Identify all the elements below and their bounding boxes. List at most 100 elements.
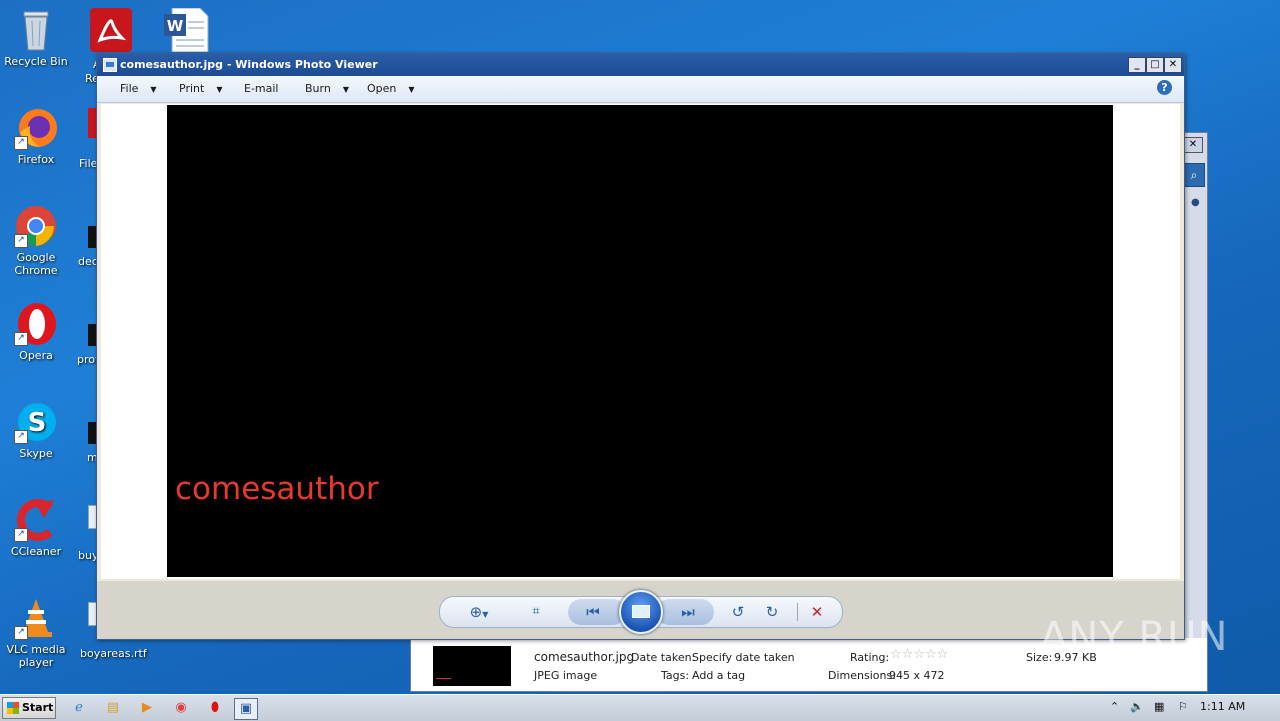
delete-icon[interactable]: ✕ <box>806 603 828 621</box>
menu-burn[interactable]: Burn ▼ <box>305 82 349 95</box>
desktop-icon-label: VLC media player <box>6 643 66 669</box>
star-icon[interactable]: ☆ <box>890 647 902 662</box>
svg-text:S: S <box>28 408 47 438</box>
close-icon[interactable]: ✕ <box>1183 137 1203 153</box>
controls-pill: ⊕▼ ⌗ ⏮ ⏭ ↺ ↻ ✕ <box>439 590 843 634</box>
command-bar: File ▼ Print ▼ E-mail Burn ▼ Open ▼ ? <box>97 76 1184 103</box>
slideshow-button[interactable] <box>619 590 663 634</box>
divider <box>797 603 798 621</box>
rotate-clockwise-icon[interactable]: ↻ <box>761 603 783 621</box>
minimize-button[interactable]: _ <box>1128 57 1146 73</box>
desktop-icon-label: Google Chrome <box>14 251 58 277</box>
desktop-icon-google-chrome[interactable]: ↗ Google Chrome <box>0 204 72 277</box>
file-explorer-icon[interactable]: ▤ <box>102 698 124 718</box>
acrobat-icon[interactable] <box>88 8 134 52</box>
photo-viewer-window[interactable]: comesauthor.jpg - Windows Photo Viewer _… <box>96 53 1185 640</box>
opera-icon: ↗ <box>14 302 58 346</box>
shortcut-arrow-icon: ↗ <box>14 136 28 150</box>
shortcut-arrow-icon: ↗ <box>14 430 28 444</box>
clock[interactable]: 1:11 AM <box>1200 700 1245 713</box>
desktop-icon-ccleaner[interactable]: ↗ CCleaner <box>0 498 72 558</box>
word-doc-icon[interactable]: W <box>164 7 210 53</box>
maximize-button[interactable]: □ <box>1146 57 1164 73</box>
rotate-counterclockwise-icon[interactable]: ↺ <box>727 603 749 621</box>
displayed-image: comesauthor <box>167 105 1113 577</box>
shortcut-arrow-icon: ↗ <box>14 332 28 346</box>
menu-email[interactable]: E-mail <box>244 82 279 95</box>
ccleaner-icon: ↗ <box>14 498 58 542</box>
star-icon[interactable]: ☆ <box>902 647 914 662</box>
menu-file-label: File <box>120 82 139 95</box>
shortcut-arrow-icon: ↗ <box>14 234 28 248</box>
star-icon[interactable]: ☆ <box>913 647 925 662</box>
detail-filetype: JPEG image <box>534 669 598 682</box>
star-icon[interactable]: ☆ <box>925 647 937 662</box>
search-icon[interactable]: ⌕ <box>1183 163 1205 187</box>
desktop-file-label-boyareas[interactable]: boyareas.rtf <box>80 647 147 660</box>
skype-icon: S ↗ <box>14 400 58 444</box>
desktop-icon-label: Opera <box>19 349 53 362</box>
actual-size-icon[interactable]: ⌗ <box>525 603 547 621</box>
watermark: ANY RUN <box>1040 614 1229 660</box>
detail-filename: comesauthor.jpg <box>534 650 635 664</box>
help-icon[interactable]: ? <box>1157 80 1172 95</box>
menu-file[interactable]: File ▼ <box>120 82 157 95</box>
desktop-icon-skype[interactable]: S ↗ Skype <box>0 400 72 460</box>
action-center-flag-icon[interactable]: ⚐ <box>1178 700 1188 713</box>
desktop-icon-opera[interactable]: ↗ Opera <box>0 302 72 362</box>
dropdown-arrow-icon: ▼ <box>150 85 157 94</box>
image-canvas: comesauthor <box>101 104 1180 579</box>
photo-viewer-taskbar-icon[interactable]: ▣ <box>234 698 258 720</box>
playback-controls: ⊕▼ ⌗ ⏮ ⏭ ↺ ↻ ✕ <box>97 581 1184 639</box>
desktop-icon-label: Recycle Bin <box>4 55 68 68</box>
window-title: comesauthor.jpg - Windows Photo Viewer <box>120 58 378 71</box>
image-text: comesauthor <box>175 471 379 507</box>
photo-viewer-app-icon <box>103 58 117 72</box>
menu-open[interactable]: Open ▼ <box>367 82 415 95</box>
recycle-bin-icon <box>14 8 58 52</box>
dropdown-arrow-icon: ▼ <box>408 85 415 94</box>
detail-date-taken-label: Date taken: <box>631 651 696 664</box>
menu-print[interactable]: Print ▼ <box>179 82 222 95</box>
internet-explorer-icon[interactable]: ℯ <box>68 698 90 718</box>
next-icon[interactable]: ⏭ <box>677 603 699 621</box>
dropdown-arrow-icon: ▼ <box>342 85 349 94</box>
menu-print-label: Print <box>179 82 205 95</box>
previous-icon[interactable]: ⏮ <box>582 603 604 621</box>
start-button[interactable]: Start <box>2 697 56 719</box>
network-icon[interactable]: ▦ <box>1154 700 1164 713</box>
menu-burn-label: Burn <box>305 82 331 95</box>
detail-tags-value[interactable]: Add a tag <box>692 669 745 682</box>
desktop-icon-vlc[interactable]: ↗ VLC media player <box>0 596 72 669</box>
chrome-taskbar-icon[interactable]: ◉ <box>170 698 192 718</box>
opera-taskbar-icon[interactable]: ⬮ <box>204 698 226 718</box>
volume-icon[interactable]: 🔈 <box>1130 700 1144 713</box>
taskbar: Start ℯ ▤ ▶ ◉ ⬮ ▣ ⌃ 🔈 ▦ ⚐ 1:11 AM <box>0 694 1280 721</box>
zoom-icon[interactable]: ⊕▼ <box>468 603 490 621</box>
rating-stars[interactable]: ☆☆☆☆☆ <box>890 647 948 662</box>
shortcut-arrow-icon: ↗ <box>14 528 28 542</box>
file-thumbnail <box>433 646 511 686</box>
media-player-icon[interactable]: ▶ <box>136 698 158 718</box>
start-label: Start <box>22 701 54 714</box>
desktop-icon-recycle-bin[interactable]: Recycle Bin <box>0 8 72 68</box>
desktop-partial-label: File <box>79 157 98 170</box>
show-hidden-icons[interactable]: ⌃ <box>1110 700 1119 713</box>
detail-rating-label: Rating: <box>850 651 890 664</box>
desktop-icon-label: CCleaner <box>10 545 62 558</box>
title-bar[interactable]: comesauthor.jpg - Windows Photo Viewer _… <box>97 54 1184 76</box>
shortcut-arrow-icon: ↗ <box>14 626 28 640</box>
close-button[interactable]: ✕ <box>1164 57 1182 73</box>
help-icon[interactable]: ● <box>1191 197 1201 209</box>
desktop-icon-label: Skype <box>19 447 53 460</box>
vlc-cone-icon: ↗ <box>14 596 58 640</box>
menu-open-label: Open <box>367 82 397 95</box>
star-icon[interactable]: ☆ <box>937 647 949 662</box>
detail-date-taken-value[interactable]: Specify date taken <box>692 651 795 664</box>
chrome-icon: ↗ <box>14 204 58 248</box>
windows-flag-icon <box>7 702 19 714</box>
desktop-icon-firefox[interactable]: ↗ Firefox <box>0 106 72 166</box>
desktop-icon-label: Firefox <box>17 153 55 166</box>
detail-dimensions-label: Dimensions: <box>828 669 896 682</box>
svg-text:W: W <box>167 17 184 35</box>
